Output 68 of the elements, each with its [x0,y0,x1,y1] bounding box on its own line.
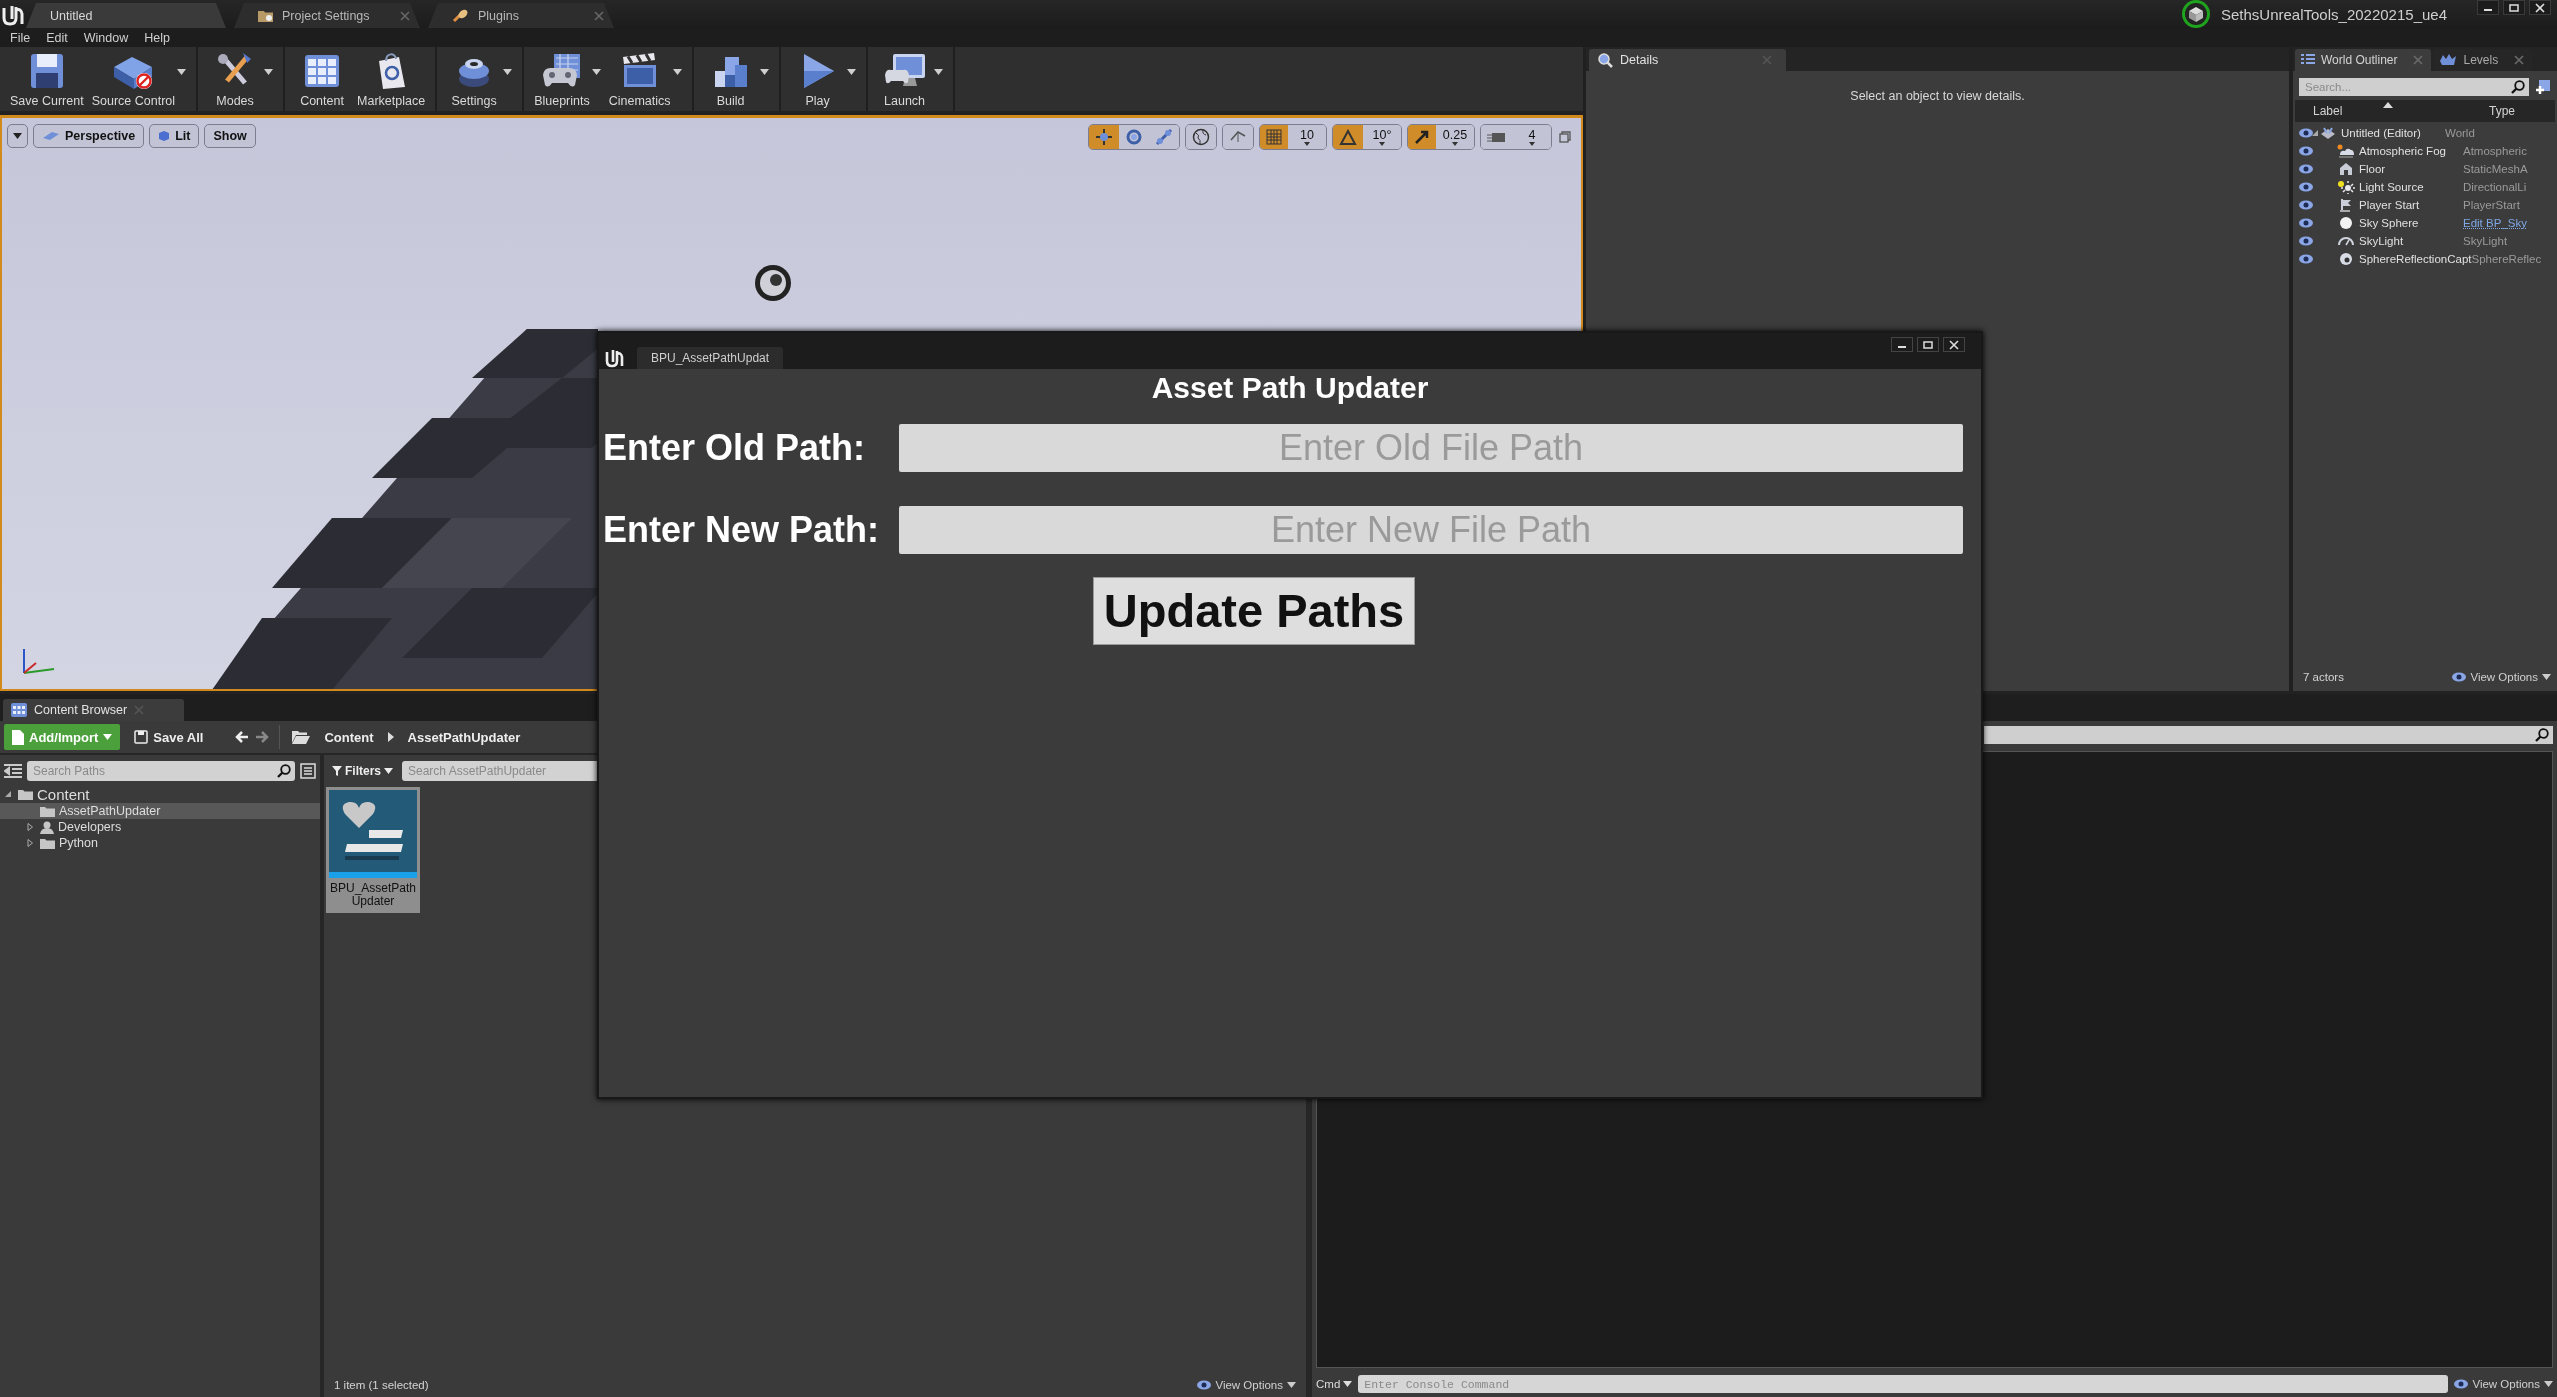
toolbar-button[interactable]: Settings [443,48,506,110]
actor-label[interactable]: SkyLight [2359,235,2463,247]
view-mode-button[interactable]: Perspective [33,124,145,148]
toolbar-button[interactable]: Modes [204,48,267,110]
item-count: 1 item (1 selected) [334,1379,429,1391]
editor-tab[interactable]: Project Settings [234,3,420,28]
column-header[interactable]: Label [2313,104,2489,118]
content-browser-tab[interactable]: Content Browser [3,699,185,721]
type-link[interactable]: Edit BP_Sky [2463,217,2557,229]
field-label: Enter Old Path: [603,427,867,469]
folder-tree-item[interactable]: Content [0,785,320,803]
folder-tree-item[interactable]: Python [0,835,320,851]
panel-tab[interactable]: World Outliner [2295,49,2432,71]
actor-label[interactable]: Player Start [2359,199,2463,211]
editor-tab[interactable]: Untitled [26,3,226,28]
toolbar-button[interactable]: Blueprints [530,48,594,110]
filters-button[interactable]: Filters [328,764,397,778]
menu-item[interactable]: Help [136,28,178,47]
toolbar-button[interactable]: Build [699,48,762,110]
actor-type: StaticMeshA [2463,163,2529,175]
window-tab[interactable]: BPU_AssetPathUpdat [637,347,784,369]
toolbar-button[interactable]: Cinematics [604,48,675,110]
actor-label[interactable]: Sky Sphere [2359,217,2463,229]
details-hint: Select an object to view details. [1849,89,2026,103]
actor-label[interactable]: SphereReflectionCapt [2359,253,2472,265]
toolbar-button[interactable]: Marketplace [353,48,430,110]
actor-type: PlayerStart [2463,199,2521,211]
menu-item[interactable]: Edit [38,28,76,47]
column-header[interactable]: Type [2489,104,2555,118]
asset-tile[interactable]: BPU_AssetPathUpdater [326,787,420,913]
view-options-button[interactable]: View Options [1197,1379,1296,1391]
search-field[interactable]: Search Paths [27,761,295,781]
update-paths-button[interactable]: Update Paths [1093,577,1415,645]
toolbar-button[interactable]: Launch [873,48,936,110]
console-input[interactable]: Enter Console Command [1358,1375,2449,1393]
actor-label[interactable]: Untitled (Editor) [2341,127,2445,139]
breadcrumb-item[interactable]: AssetPathUpdater [407,729,521,745]
menu-item[interactable]: File [2,28,39,47]
menu-item[interactable]: Window [75,28,137,47]
path-field[interactable]: Enter Old File Path [899,424,1963,472]
editor-tab[interactable]: Plugins [428,3,614,28]
command-type-button[interactable]: Cmd [1316,1378,1353,1390]
actor-type: SkyLight [2463,235,2509,247]
dialog-heading: Asset Path Updater [1150,371,1430,405]
actor-label[interactable]: Floor [2359,163,2463,175]
toolbar-button[interactable]: Source Control [87,48,180,110]
view-mode-button[interactable]: Show [204,124,256,148]
details-tab[interactable]: Details [1589,49,1787,71]
actor-type: SphereReflec [2471,253,2543,265]
folder-tree-item[interactable]: AssetPathUpdater [0,803,320,819]
toolbar-button[interactable]: Play [786,48,849,110]
project-name: SethsUnrealTools_20220215_ue4 [2221,5,2447,23]
toolbar-button[interactable]: Content [291,48,354,110]
actor-label[interactable]: Light Source [2359,181,2463,193]
breadcrumb-item[interactable]: Content [324,729,374,745]
toolbar-button[interactable]: Save Current [6,48,88,110]
folder-tree-item[interactable]: Developers [0,819,320,835]
actor-type: DirectionalLi [2463,181,2528,193]
actor-type: World [2445,127,2476,139]
view-options-button[interactable]: View Options [2454,1378,2553,1390]
actor-label[interactable]: Atmospheric Fog [2359,145,2463,157]
save-all-button[interactable]: Save All [128,728,210,746]
path-field[interactable]: Enter New File Path [899,506,1963,554]
field-label: Enter New Path: [603,509,881,551]
view-options-button[interactable]: View Options [2452,671,2551,683]
actor-type: Atmospheric [2463,145,2528,157]
actor-count: 7 actors [2303,671,2344,683]
view-mode-button[interactable]: Lit [149,124,200,148]
